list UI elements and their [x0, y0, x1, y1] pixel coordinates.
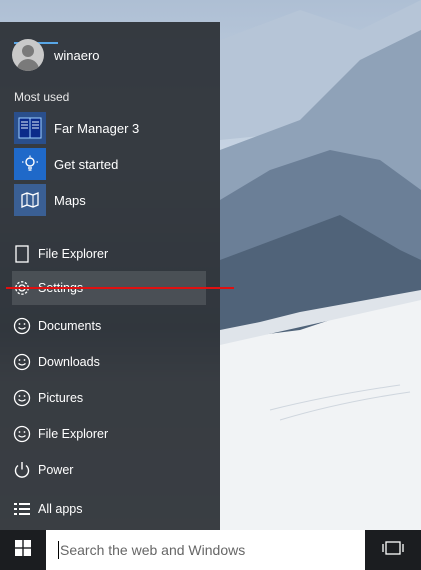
file-explorer-icon: [12, 244, 32, 264]
power-button[interactable]: Power: [12, 453, 206, 487]
app-get-started[interactable]: Get started: [14, 148, 214, 180]
place-label: File Explorer: [38, 247, 109, 261]
smiley-icon: [12, 316, 32, 336]
maps-icon: [14, 184, 46, 216]
taskbar: [0, 530, 421, 570]
place-label: Power: [38, 463, 74, 477]
app-label: Maps: [54, 192, 86, 208]
most-used-heading: Most used: [14, 90, 70, 104]
all-apps-button[interactable]: All apps: [12, 492, 206, 526]
power-icon: [12, 460, 32, 480]
task-view-button[interactable]: [365, 530, 421, 570]
place-pictures[interactable]: Pictures: [12, 381, 206, 415]
annotation-underline: [6, 287, 234, 289]
smiley-icon: [12, 352, 32, 372]
start-button[interactable]: [0, 530, 46, 570]
all-apps-icon: [12, 499, 32, 519]
smiley-icon: [12, 424, 32, 444]
place-file-explorer-2[interactable]: File Explorer: [12, 417, 206, 451]
app-label: Far Manager 3: [54, 120, 140, 136]
place-label: All apps: [38, 502, 83, 516]
user-account[interactable]: winaero: [12, 39, 212, 71]
app-label: Get started: [54, 156, 119, 172]
place-documents[interactable]: Documents: [12, 309, 206, 343]
user-name: winaero: [54, 47, 100, 63]
task-view-icon: [382, 540, 404, 561]
user-avatar-icon: [12, 39, 44, 71]
place-downloads[interactable]: Downloads: [12, 345, 206, 379]
place-file-explorer[interactable]: File Explorer: [12, 237, 206, 271]
app-far-manager[interactable]: Far Manager 3: [14, 112, 214, 144]
windows-logo-icon: [15, 539, 31, 561]
start-menu: winaero Most used Far Manager 3 Get star…: [0, 22, 220, 530]
search-input[interactable]: [60, 542, 350, 558]
app-maps[interactable]: Maps: [14, 184, 214, 216]
far-manager-icon: [14, 112, 46, 144]
search-box[interactable]: [46, 530, 365, 570]
place-label: Downloads: [38, 355, 100, 369]
place-label: File Explorer: [38, 427, 109, 441]
place-label: Documents: [38, 319, 102, 333]
text-cursor: [58, 541, 59, 559]
smiley-icon: [12, 388, 32, 408]
lightbulb-icon: [14, 148, 46, 180]
place-label: Pictures: [38, 391, 84, 405]
